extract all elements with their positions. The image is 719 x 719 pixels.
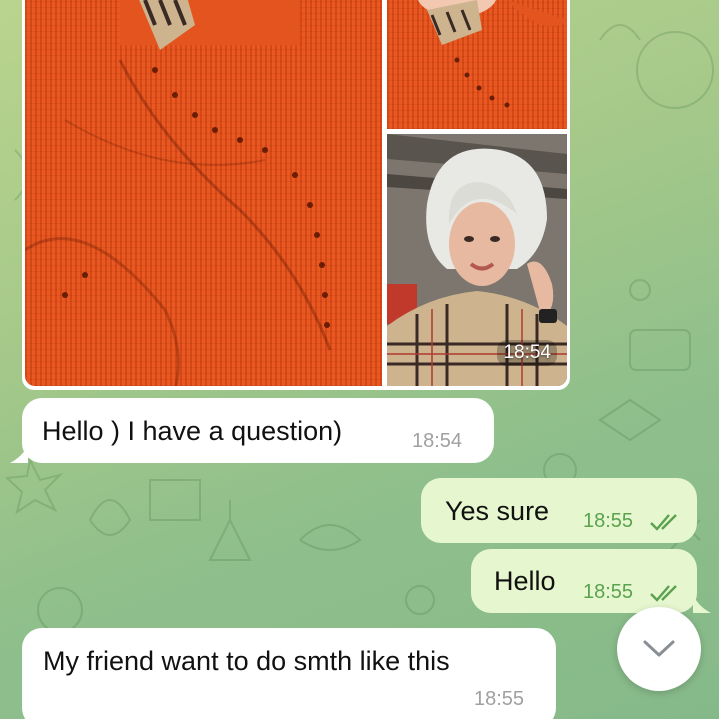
double-check-icon bbox=[650, 514, 677, 531]
message-text: Hello bbox=[494, 566, 556, 596]
chevron-down-icon bbox=[643, 640, 675, 657]
bubble-tail-incoming bbox=[10, 445, 28, 463]
message-incoming-question[interactable]: Hello ) I have a question) 18:54 bbox=[22, 398, 494, 463]
message-incoming-friend[interactable]: My friend want to do smth like this 18:5… bbox=[22, 628, 556, 719]
message-time: 18:54 bbox=[412, 430, 463, 452]
message-outgoing-yes-sure[interactable]: Yes sure 18:55 bbox=[421, 478, 697, 543]
message-text: Hello ) I have a question) bbox=[42, 416, 343, 446]
message-text: My friend want to do smth like this bbox=[43, 646, 450, 676]
album-time: 18:54 bbox=[497, 340, 557, 366]
photo-orange-sweater[interactable] bbox=[25, 0, 382, 386]
photo-sweater-top[interactable] bbox=[387, 0, 567, 129]
sweater-top-illustration bbox=[418, 0, 567, 108]
message-time: 18:55 bbox=[583, 581, 634, 603]
message-outgoing-hello[interactable]: Hello 18:55 bbox=[471, 549, 697, 613]
photo-woman-portrait[interactable]: 18:54 bbox=[387, 134, 567, 386]
double-check-icon bbox=[650, 585, 677, 602]
message-time: 18:55 bbox=[474, 688, 525, 710]
bubble-tail-outgoing bbox=[693, 595, 711, 613]
chat-area[interactable]: 18:54 Hello ) I have a question) 18:54 Y… bbox=[0, 0, 719, 719]
scroll-down-button[interactable] bbox=[617, 607, 701, 691]
message-time: 18:55 bbox=[583, 510, 634, 532]
sweater-illustration bbox=[25, 0, 332, 386]
message-text: Yes sure bbox=[445, 496, 550, 526]
